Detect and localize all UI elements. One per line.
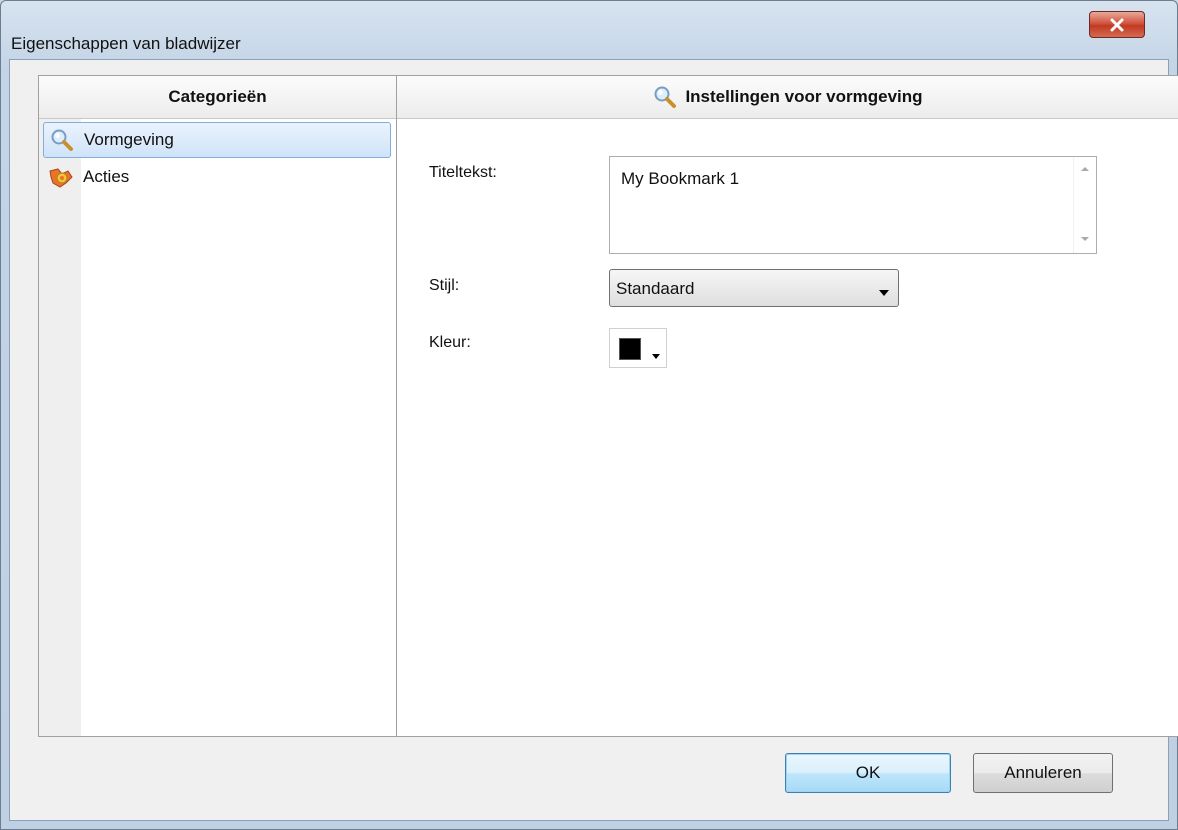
close-button[interactable] [1089,11,1145,38]
close-icon [1109,18,1125,32]
style-select[interactable]: Standaard [609,269,899,307]
settings-header: Instellingen voor vormgeving [397,76,1178,119]
category-label: Vormgeving [84,130,174,149]
panel-frame: Categorieën Vormgeving Acties Instelling… [38,75,1178,737]
settings-panel: Instellingen voor vormgeving Titeltekst:… [397,76,1178,736]
chevron-down-icon [878,284,890,302]
style-label: Stijl: [429,277,460,294]
scroll-up-icon[interactable] [1079,163,1091,175]
textarea-scrollbar[interactable] [1073,157,1096,253]
title-textarea[interactable]: My Bookmark 1 [609,156,1097,254]
categories-header: Categorieën [39,76,396,119]
actions-gear-icon [47,165,75,189]
magnifier-icon [653,85,677,109]
title-bar[interactable]: Eigenschappen van bladwijzer [1,1,1177,59]
categories-panel: Categorieën Vormgeving Acties [39,76,397,736]
settings-header-label: Instellingen voor vormgeving [685,87,923,106]
chevron-down-icon [652,346,660,364]
color-label: Kleur: [429,334,471,351]
style-select-value: Standaard [616,279,695,298]
dialog-window: Eigenschappen van bladwijzer Categorieën [0,0,1178,830]
title-value[interactable]: My Bookmark 1 [621,169,739,189]
cancel-button[interactable]: Annuleren [973,753,1113,793]
magnifier-icon [48,128,76,152]
category-item-vormgeving[interactable]: Vormgeving [43,122,391,158]
ok-button[interactable]: OK [785,753,951,793]
scroll-down-icon[interactable] [1079,233,1091,245]
color-picker-button[interactable] [609,328,667,368]
categories-gutter [39,119,81,736]
dialog-body: Categorieën Vormgeving Acties Instelling… [9,59,1178,821]
category-label: Acties [83,167,130,186]
window-title: Eigenschappen van bladwijzer [11,34,241,53]
category-item-acties[interactable]: Acties [43,159,391,195]
color-swatch [619,338,641,360]
title-label: Titeltekst: [429,164,497,181]
